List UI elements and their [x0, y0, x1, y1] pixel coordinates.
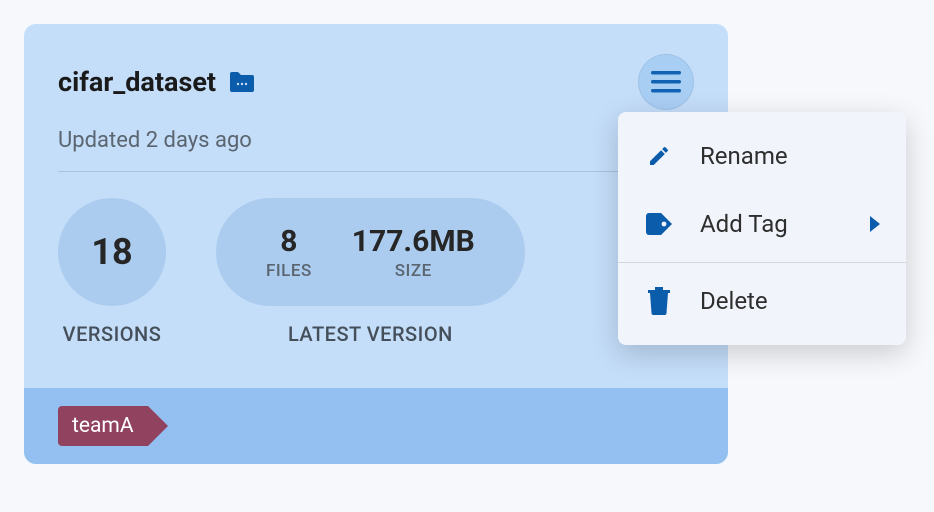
pencil-icon	[644, 144, 674, 168]
header-row: cifar_dataset	[58, 54, 694, 110]
menu-label-delete: Delete	[700, 287, 768, 315]
menu-button[interactable]	[638, 54, 694, 110]
files-stat: 8 FILES	[266, 224, 312, 281]
latest-version-pill[interactable]: 8 FILES 177.6MB SIZE	[216, 198, 525, 306]
latest-label: LATEST VERSION	[288, 322, 453, 346]
dataset-title: cifar_dataset	[58, 66, 216, 98]
tag-chip[interactable]: teamA	[58, 406, 148, 446]
folder-icon	[228, 70, 256, 94]
tag-bar: teamA	[24, 388, 728, 464]
files-label: FILES	[266, 261, 312, 281]
size-value: 177.6MB	[352, 224, 475, 259]
chevron-right-icon	[870, 210, 880, 238]
updated-text: Updated 2 days ago	[58, 128, 694, 172]
tag-icon	[644, 213, 674, 235]
menu-item-add-tag[interactable]: Add Tag	[618, 190, 906, 258]
context-menu: Rename Add Tag Delete	[618, 112, 906, 345]
menu-item-rename[interactable]: Rename	[618, 122, 906, 190]
versions-label: VERSIONS	[63, 322, 162, 346]
stats-row: 18 VERSIONS 8 FILES 177.6MB SIZE LATEST …	[58, 198, 694, 346]
versions-block: 18 VERSIONS	[58, 198, 166, 346]
menu-label-add-tag: Add Tag	[700, 210, 788, 238]
title-group: cifar_dataset	[58, 66, 256, 98]
size-label: SIZE	[395, 261, 432, 281]
files-value: 8	[280, 224, 297, 259]
menu-divider	[618, 262, 906, 263]
menu-label-rename: Rename	[700, 142, 788, 170]
latest-block: 8 FILES 177.6MB SIZE LATEST VERSION	[216, 198, 525, 346]
menu-item-delete[interactable]: Delete	[618, 267, 906, 335]
versions-circle[interactable]: 18	[58, 198, 166, 306]
hamburger-icon	[651, 71, 681, 93]
versions-count: 18	[91, 231, 132, 273]
trash-icon	[644, 287, 674, 315]
size-stat: 177.6MB SIZE	[352, 224, 475, 281]
